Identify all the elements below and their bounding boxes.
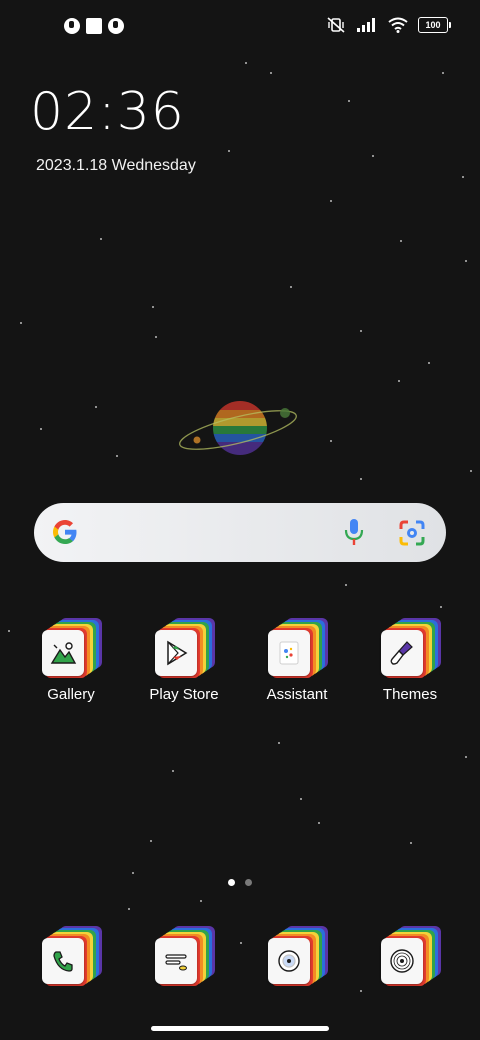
gallery-icon — [40, 618, 102, 680]
clock-time[interactable]: 02:36 — [30, 86, 185, 138]
signal-icon — [357, 18, 375, 32]
page-indicator — [228, 879, 252, 886]
vibrate-mute-icon — [327, 17, 345, 33]
dock-browser[interactable] — [242, 926, 352, 988]
assistant-icon — [266, 618, 328, 680]
app-notification-icon — [108, 18, 124, 34]
app-notification-icon — [64, 18, 80, 34]
clock-date[interactable]: 2023.1.18 Wednesday — [36, 157, 196, 175]
app-play-store[interactable]: Play Store — [129, 618, 239, 703]
app-label: Play Store — [149, 686, 219, 703]
app-label: Gallery — [47, 686, 95, 703]
microphone-icon[interactable] — [341, 517, 367, 547]
app-label: Themes — [382, 686, 438, 703]
page-dot-2[interactable] — [245, 879, 252, 886]
dock-phone[interactable] — [16, 926, 126, 988]
wifi-icon — [388, 17, 408, 33]
app-label: Assistant — [266, 686, 328, 703]
music-icon — [379, 926, 441, 988]
phone-icon — [40, 926, 102, 988]
app-gallery[interactable]: Gallery — [16, 618, 126, 703]
square-notification-icon — [86, 18, 102, 34]
dock-music[interactable] — [355, 926, 465, 988]
page-dot-1[interactable] — [228, 879, 235, 886]
messages-icon — [153, 926, 215, 988]
browser-icon — [266, 926, 328, 988]
themes-icon — [379, 618, 441, 680]
app-themes[interactable]: Themes — [355, 618, 465, 703]
google-g-icon — [53, 520, 77, 544]
status-bar: 100 — [0, 12, 480, 42]
notification-icons — [64, 18, 124, 34]
gesture-nav-handle[interactable] — [151, 1026, 329, 1031]
dock-messages[interactable] — [129, 926, 239, 988]
battery-level: 100 — [425, 20, 441, 30]
system-status-icons: 100 — [326, 16, 451, 34]
planet-illustration — [176, 396, 306, 466]
play-store-icon — [153, 618, 215, 680]
google-search-bar[interactable] — [34, 503, 446, 562]
battery-icon: 100 — [418, 17, 451, 33]
app-assistant[interactable]: Assistant — [242, 618, 352, 703]
camera-lens-icon[interactable] — [398, 519, 426, 547]
